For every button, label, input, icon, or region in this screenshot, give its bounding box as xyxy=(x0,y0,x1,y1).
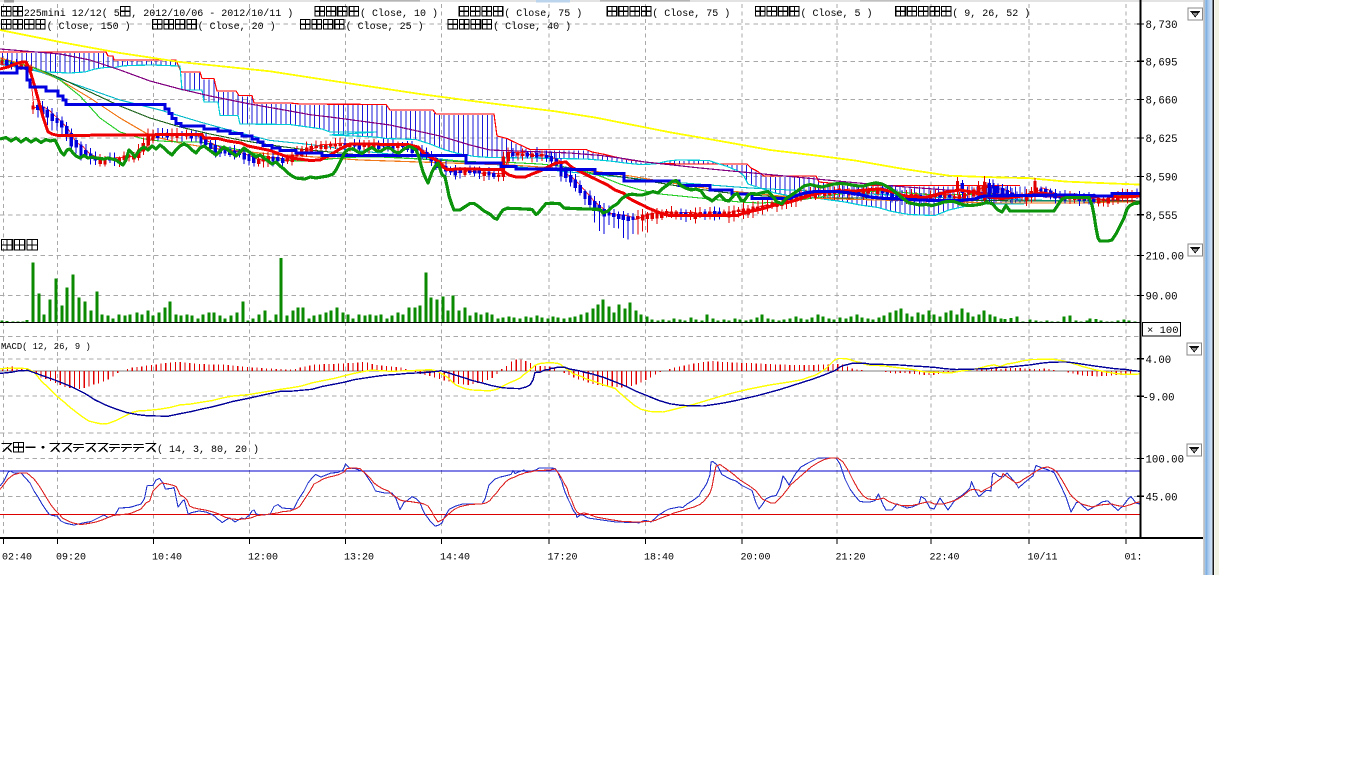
svg-text:12:00: 12:00 xyxy=(248,553,278,564)
svg-text:MACD( 12, 26, 9 ): MACD( 12, 26, 9 ) xyxy=(1,342,91,352)
svg-text:8,695: 8,695 xyxy=(1146,58,1178,70)
svg-text:10:40: 10:40 xyxy=(152,553,182,564)
svg-text:8,555: 8,555 xyxy=(1146,211,1178,223)
svg-text:-9.00: -9.00 xyxy=(1143,392,1175,404)
svg-text:( Close, 10 ): ( Close, 10 ) xyxy=(360,8,438,20)
svg-text:45.00: 45.00 xyxy=(1146,493,1178,505)
svg-text:14:40: 14:40 xyxy=(440,553,470,564)
svg-text:( Close, 75 ): ( Close, 75 ) xyxy=(504,8,582,20)
svg-text:( Close, 20 ): ( Close, 20 ) xyxy=(198,21,276,33)
svg-text:10/11: 10/11 xyxy=(1028,552,1058,564)
svg-text:( Close, 25 ): ( Close, 25 ) xyxy=(346,21,424,33)
svg-text:225mini 12/12( 5: 225mini 12/12( 5 xyxy=(24,8,120,20)
svg-text:( Close, 40 ): ( Close, 40 ) xyxy=(493,21,571,33)
svg-text:20:00: 20:00 xyxy=(741,553,771,564)
svg-text:09:20: 09:20 xyxy=(56,553,86,564)
svg-text:8,625: 8,625 xyxy=(1146,134,1178,146)
svg-text:22:40: 22:40 xyxy=(930,553,960,564)
svg-text:17:20: 17:20 xyxy=(548,553,578,564)
svg-text:8,660: 8,660 xyxy=(1146,96,1178,108)
svg-text:( 14, 3, 80, 20 ): ( 14, 3, 80, 20 ) xyxy=(157,444,259,456)
svg-text:4.00: 4.00 xyxy=(1146,355,1172,367)
svg-text:18:40: 18:40 xyxy=(644,553,674,564)
svg-text:( Close, 75 ): ( Close, 75 ) xyxy=(652,8,730,20)
svg-text:90.00: 90.00 xyxy=(1146,292,1178,304)
svg-text:( 9, 26, 52 ): ( 9, 26, 52 ) xyxy=(952,8,1030,20)
svg-text:8,730: 8,730 xyxy=(1146,20,1178,32)
svg-text:8,590: 8,590 xyxy=(1146,173,1178,185)
svg-text:, 2012/10/06 - 2012/10/11 ): , 2012/10/06 - 2012/10/11 ) xyxy=(131,8,293,20)
svg-text:21:20: 21:20 xyxy=(836,553,866,564)
svg-text:× 100: × 100 xyxy=(1147,325,1179,337)
svg-text:210.00: 210.00 xyxy=(1146,252,1184,264)
svg-text:100.00: 100.00 xyxy=(1146,455,1184,467)
svg-text:( Close, 5 ): ( Close, 5 ) xyxy=(801,8,873,20)
svg-text:( Close, 150 ): ( Close, 150 ) xyxy=(47,21,131,33)
svg-text:02:40: 02:40 xyxy=(2,553,32,564)
svg-text:13:20: 13:20 xyxy=(344,553,374,564)
